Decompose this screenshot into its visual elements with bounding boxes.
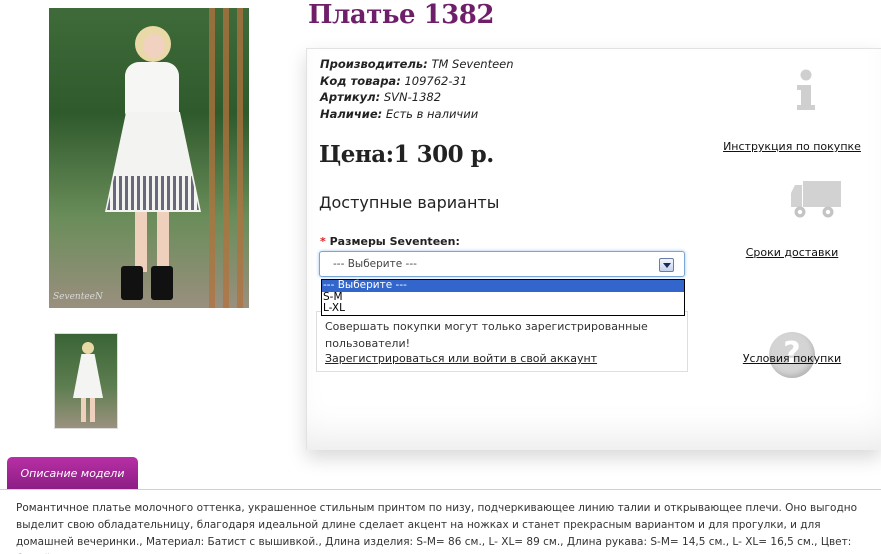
- login-notice-box: Совершать покупки могут только зарегистр…: [316, 311, 688, 372]
- product-price: Цена:1 300 р.: [319, 141, 494, 168]
- tab-description-label: Описание модели: [20, 467, 125, 480]
- photo-signature: SeventeeN: [53, 292, 103, 302]
- login-register-link[interactable]: Зарегистрироваться или войти в свой акка…: [325, 352, 597, 365]
- delivery-block: Сроки доставки: [722, 49, 862, 269]
- truck-icon[interactable]: [790, 179, 842, 219]
- product-meta: Производитель: TM Seventeen Код товара: …: [320, 56, 514, 122]
- tab-description[interactable]: Описание модели: [7, 457, 138, 490]
- meta-product-code: Код товара: 109762-31: [320, 73, 468, 88]
- size-label: * Размеры Seventeen:: [320, 235, 460, 248]
- delivery-link[interactable]: Сроки доставки: [722, 246, 862, 259]
- meta-availability: Наличие: Есть в наличии: [320, 106, 479, 121]
- size-select-value: --- Выберите ---: [333, 258, 417, 270]
- conditions-link[interactable]: Условия покупки: [722, 352, 862, 365]
- meta-article: Артикул: SVN-1382: [320, 90, 442, 104]
- description-text: Романтичное платье молочного оттенка, ук…: [16, 502, 858, 554]
- size-option-l-xl[interactable]: L-XL: [322, 302, 684, 315]
- required-mark: *: [320, 235, 326, 248]
- chevron-down-icon[interactable]: [659, 258, 674, 272]
- size-option-s-m[interactable]: S-M: [322, 291, 684, 304]
- product-info-panel: Производитель: TM Seventeen Код товара: …: [306, 48, 881, 450]
- product-main-photo[interactable]: SeventeeN: [49, 8, 249, 308]
- product-thumbnail[interactable]: [54, 333, 118, 429]
- size-option-placeholder[interactable]: --- Выберите ---: [322, 279, 684, 292]
- conditions-block: Условия покупки: [722, 352, 862, 365]
- description-panel: Романтичное платье молочного оттенка, ук…: [0, 489, 881, 554]
- login-notice: Совершать покупки могут только зарегистр…: [325, 320, 648, 350]
- size-dropdown-list: --- Выберите --- S-M L-XL: [321, 279, 685, 316]
- meta-manufacturer: Производитель: TM Seventeen: [320, 57, 514, 71]
- page-title: Платье 1382: [308, 0, 494, 30]
- variants-heading: Доступные варианты: [319, 193, 500, 212]
- size-select[interactable]: --- Выберите ---: [319, 251, 685, 277]
